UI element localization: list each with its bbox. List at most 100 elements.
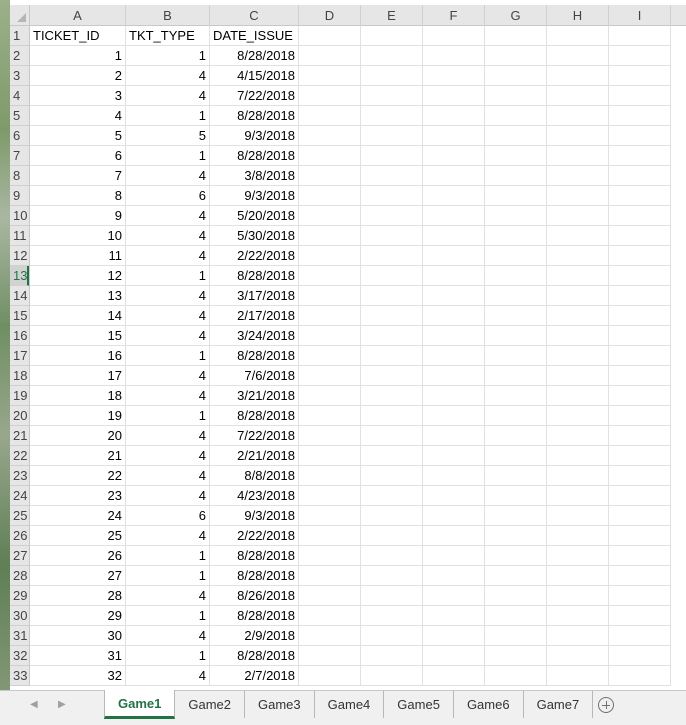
cell-empty[interactable] xyxy=(299,626,361,646)
cell-empty[interactable] xyxy=(609,206,671,226)
cell-tkt-type[interactable]: 1 xyxy=(126,606,210,626)
cell-empty[interactable] xyxy=(361,66,423,86)
cell-tkt-type[interactable]: 4 xyxy=(126,306,210,326)
cell-empty[interactable] xyxy=(547,46,609,66)
cell-date-issue[interactable]: 8/8/2018 xyxy=(210,466,299,486)
cell-empty[interactable] xyxy=(609,386,671,406)
cell-empty[interactable] xyxy=(485,126,547,146)
cell-empty[interactable] xyxy=(361,466,423,486)
sheet-tab-game5[interactable]: Game5 xyxy=(384,691,454,718)
cell-empty[interactable] xyxy=(299,406,361,426)
row-header[interactable]: 29 xyxy=(10,586,29,606)
column-header-i[interactable]: I xyxy=(609,5,671,26)
cell-empty[interactable] xyxy=(609,566,671,586)
cell-empty[interactable] xyxy=(361,506,423,526)
cell-empty[interactable] xyxy=(547,466,609,486)
row-header[interactable]: 1 xyxy=(10,26,29,46)
cell-empty[interactable] xyxy=(423,266,485,286)
cell-date-issue[interactable]: 8/28/2018 xyxy=(210,346,299,366)
cell-empty[interactable] xyxy=(609,306,671,326)
row-header[interactable]: 31 xyxy=(10,626,29,646)
cell-tkt-type[interactable]: 4 xyxy=(126,586,210,606)
cell-ticket-id[interactable]: 26 xyxy=(30,546,126,566)
cell-empty[interactable] xyxy=(361,566,423,586)
cell-empty[interactable] xyxy=(547,186,609,206)
cell-empty[interactable] xyxy=(609,466,671,486)
cell-empty[interactable] xyxy=(361,526,423,546)
cell-empty[interactable] xyxy=(485,146,547,166)
cell-empty[interactable] xyxy=(547,206,609,226)
cell-empty[interactable] xyxy=(423,466,485,486)
cell-date-issue[interactable]: 2/22/2018 xyxy=(210,526,299,546)
cell-empty[interactable] xyxy=(609,526,671,546)
cell-empty[interactable] xyxy=(423,206,485,226)
cell-ticket-id[interactable]: 20 xyxy=(30,426,126,446)
cell-empty[interactable] xyxy=(361,86,423,106)
cell-ticket-id[interactable]: 21 xyxy=(30,446,126,466)
cell-empty[interactable] xyxy=(547,626,609,646)
cell-date-issue[interactable]: 4/15/2018 xyxy=(210,66,299,86)
cell-empty[interactable] xyxy=(609,666,671,686)
cell-empty[interactable] xyxy=(485,206,547,226)
cell-empty[interactable] xyxy=(361,26,423,46)
cell-empty[interactable] xyxy=(547,586,609,606)
cell-ticket-id[interactable]: 8 xyxy=(30,186,126,206)
cell-empty[interactable] xyxy=(609,126,671,146)
row-header[interactable]: 16 xyxy=(10,326,29,346)
cell-date-issue[interactable]: 8/28/2018 xyxy=(210,406,299,426)
cell-empty[interactable] xyxy=(299,66,361,86)
select-all-corner[interactable] xyxy=(10,5,30,26)
cell-empty[interactable] xyxy=(485,66,547,86)
row-header[interactable]: 30 xyxy=(10,606,29,626)
cell-empty[interactable] xyxy=(423,426,485,446)
cell-empty[interactable] xyxy=(299,366,361,386)
cell-empty[interactable] xyxy=(485,646,547,666)
cell-empty[interactable] xyxy=(299,86,361,106)
sheet-tab-game1[interactable]: Game1 xyxy=(104,690,176,719)
row-header[interactable]: 7 xyxy=(10,146,29,166)
cell-empty[interactable] xyxy=(485,666,547,686)
cell-empty[interactable] xyxy=(547,126,609,146)
cell-empty[interactable] xyxy=(299,646,361,666)
triangle-right-icon[interactable]: ▶ xyxy=(58,699,66,710)
cell-tkt-type[interactable]: 4 xyxy=(126,666,210,686)
cell-ticket-id[interactable]: 27 xyxy=(30,566,126,586)
cell-empty[interactable] xyxy=(299,226,361,246)
cell-empty[interactable] xyxy=(485,106,547,126)
triangle-left-icon[interactable]: ◀ xyxy=(30,699,38,710)
row-header[interactable]: 26 xyxy=(10,526,29,546)
sheet-tab-game6[interactable]: Game6 xyxy=(454,691,524,718)
cell-empty[interactable] xyxy=(299,386,361,406)
sheet-tab-game3[interactable]: Game3 xyxy=(245,691,315,718)
cell-empty[interactable] xyxy=(485,546,547,566)
cell-empty[interactable] xyxy=(423,226,485,246)
worksheet[interactable]: A B C D E F G H I 1 2 3 4 5 6 7 8 9 10 11 12 13 14 15… xyxy=(10,5,686,690)
cell-empty[interactable] xyxy=(299,666,361,686)
cell-empty[interactable] xyxy=(547,86,609,106)
cell-ticket-id[interactable]: 23 xyxy=(30,486,126,506)
row-header[interactable]: 27 xyxy=(10,546,29,566)
cell-tkt-type[interactable]: 1 xyxy=(126,346,210,366)
cell-empty[interactable] xyxy=(609,46,671,66)
column-header-h[interactable]: H xyxy=(547,5,609,26)
cell-tkt-type[interactable]: 1 xyxy=(126,546,210,566)
cell-empty[interactable] xyxy=(609,366,671,386)
cell-empty[interactable] xyxy=(299,586,361,606)
cell-empty[interactable] xyxy=(609,586,671,606)
cell-empty[interactable] xyxy=(547,146,609,166)
cell-empty[interactable] xyxy=(299,526,361,546)
cell-empty[interactable] xyxy=(485,486,547,506)
column-header-c[interactable]: C xyxy=(210,5,299,26)
cell-empty[interactable] xyxy=(423,446,485,466)
cell-empty[interactable] xyxy=(547,606,609,626)
cell-tkt-type[interactable]: 1 xyxy=(126,566,210,586)
cell-ticket-id[interactable]: 10 xyxy=(30,226,126,246)
cell-date-issue[interactable]: 8/28/2018 xyxy=(210,546,299,566)
cell-tkt-type[interactable]: 4 xyxy=(126,66,210,86)
cell-empty[interactable] xyxy=(485,286,547,306)
row-header[interactable]: 15 xyxy=(10,306,29,326)
cell-tkt-type[interactable]: 1 xyxy=(126,266,210,286)
cell-date-issue[interactable]: 8/28/2018 xyxy=(210,566,299,586)
cell-empty[interactable] xyxy=(361,486,423,506)
cell-ticket-id[interactable]: 18 xyxy=(30,386,126,406)
